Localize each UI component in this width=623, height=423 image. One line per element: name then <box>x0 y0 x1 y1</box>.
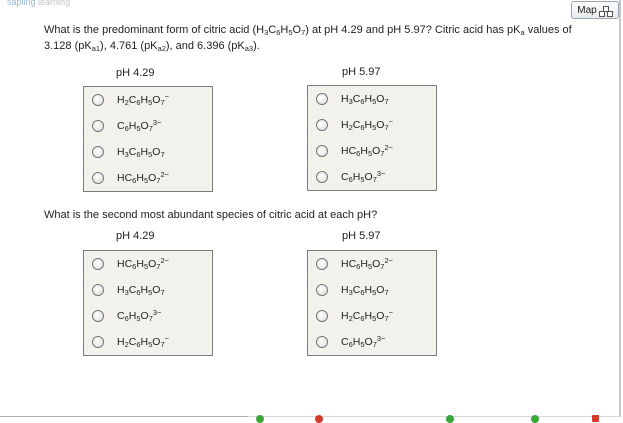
q2-col1-option-4[interactable]: H2C6H5O7− <box>84 329 212 355</box>
radio-button[interactable] <box>92 310 104 322</box>
q1-col2-option-4[interactable]: C6H5O73− <box>308 164 436 190</box>
option-label: H3C6H5O7 <box>117 284 165 297</box>
q2-col2-options: HC6H5O72− H3C6H5O7 H2C6H5O7− C6H5O73− <box>307 250 437 356</box>
radio-button[interactable] <box>316 145 328 157</box>
previous-icon[interactable] <box>256 415 264 423</box>
q1-col1-option-2[interactable]: C6H5O73− <box>84 113 212 139</box>
q1-col2-option-2[interactable]: H2C6H5O7− <box>308 112 436 138</box>
map-button[interactable]: Map <box>571 1 619 19</box>
radio-button[interactable] <box>92 284 104 296</box>
q1-col1-option-3[interactable]: H3C6H5O7 <box>84 139 212 165</box>
give-up-icon[interactable] <box>315 415 323 423</box>
sapling-learning-logo: sapling learning <box>7 0 70 7</box>
option-label: HC6H5O72− <box>117 170 170 185</box>
q2-col1-option-3[interactable]: C6H5O73− <box>84 303 212 329</box>
radio-button[interactable] <box>316 171 328 183</box>
radio-button[interactable] <box>92 146 104 158</box>
q1-col2-options: H3C6H5O7 H2C6H5O7− HC6H5O72− C6H5O73− <box>307 85 437 191</box>
map-button-label: Map <box>577 4 597 16</box>
q2-col2-option-4[interactable]: C6H5O73− <box>308 329 436 355</box>
option-label: HC6H5O72− <box>341 256 394 271</box>
option-label: C6H5O73− <box>117 118 162 133</box>
radio-button[interactable] <box>316 336 328 348</box>
radio-button[interactable] <box>316 284 328 296</box>
option-label: H3C6H5O7 <box>341 284 389 297</box>
logo-text-learning: learning <box>38 0 71 7</box>
q2-col2-option-1[interactable]: HC6H5O72− <box>308 251 436 277</box>
q2-col2-option-3[interactable]: H2C6H5O7− <box>308 303 436 329</box>
option-label: HC6H5O72− <box>341 143 394 158</box>
option-label: H2C6H5O7− <box>117 92 170 107</box>
option-label: C6H5O73− <box>341 169 386 184</box>
q2-col1-option-1[interactable]: HC6H5O72− <box>84 251 212 277</box>
q1-col1-header: pH 4.29 <box>116 67 155 79</box>
radio-button[interactable] <box>92 94 104 106</box>
question-1-text: What is the predominant form of citric a… <box>44 24 572 53</box>
q2-col1-options: HC6H5O72− H3C6H5O7 C6H5O73− H2C6H5O7− <box>83 250 213 356</box>
option-label: H2C6H5O7− <box>341 308 394 323</box>
option-label: H2C6H5O7− <box>341 117 394 132</box>
q1-col1-options: H2C6H5O7− C6H5O73− H3C6H5O7 HC6H5O72− <box>83 86 213 192</box>
logo-text-sapling: sapling <box>7 0 36 7</box>
option-label: HC6H5O72− <box>117 256 170 271</box>
check-answer-icon[interactable] <box>446 415 454 423</box>
radio-button[interactable] <box>316 119 328 131</box>
radio-button[interactable] <box>92 172 104 184</box>
q2-col1-header: pH 4.29 <box>116 230 155 242</box>
option-label: C6H5O73− <box>341 334 386 349</box>
q1-col1-option-4[interactable]: HC6H5O72− <box>84 165 212 191</box>
q2-col2-header: pH 5.97 <box>342 230 381 242</box>
question-2-text: What is the second most abundant species… <box>44 209 378 221</box>
q1-col2-option-1[interactable]: H3C6H5O7 <box>308 86 436 112</box>
option-label: C6H5O73− <box>117 308 162 323</box>
q2-col2-option-2[interactable]: H3C6H5O7 <box>308 277 436 303</box>
option-label: H3C6H5O7 <box>341 93 389 106</box>
q1-col2-option-3[interactable]: HC6H5O72− <box>308 138 436 164</box>
next-icon[interactable] <box>531 415 539 423</box>
radio-button[interactable] <box>316 310 328 322</box>
option-label: H2C6H5O7− <box>117 334 170 349</box>
radio-button[interactable] <box>316 93 328 105</box>
radio-button[interactable] <box>92 258 104 270</box>
radio-button[interactable] <box>92 336 104 348</box>
q1-col2-header: pH 5.97 <box>342 66 381 78</box>
q2-col1-option-2[interactable]: H3C6H5O7 <box>84 277 212 303</box>
radio-button[interactable] <box>92 120 104 132</box>
option-label: H3C6H5O7 <box>117 146 165 159</box>
toolbar-divider <box>0 416 248 417</box>
radio-button[interactable] <box>316 258 328 270</box>
sitemap-icon <box>598 5 613 17</box>
q1-col1-option-1[interactable]: H2C6H5O7− <box>84 87 212 113</box>
